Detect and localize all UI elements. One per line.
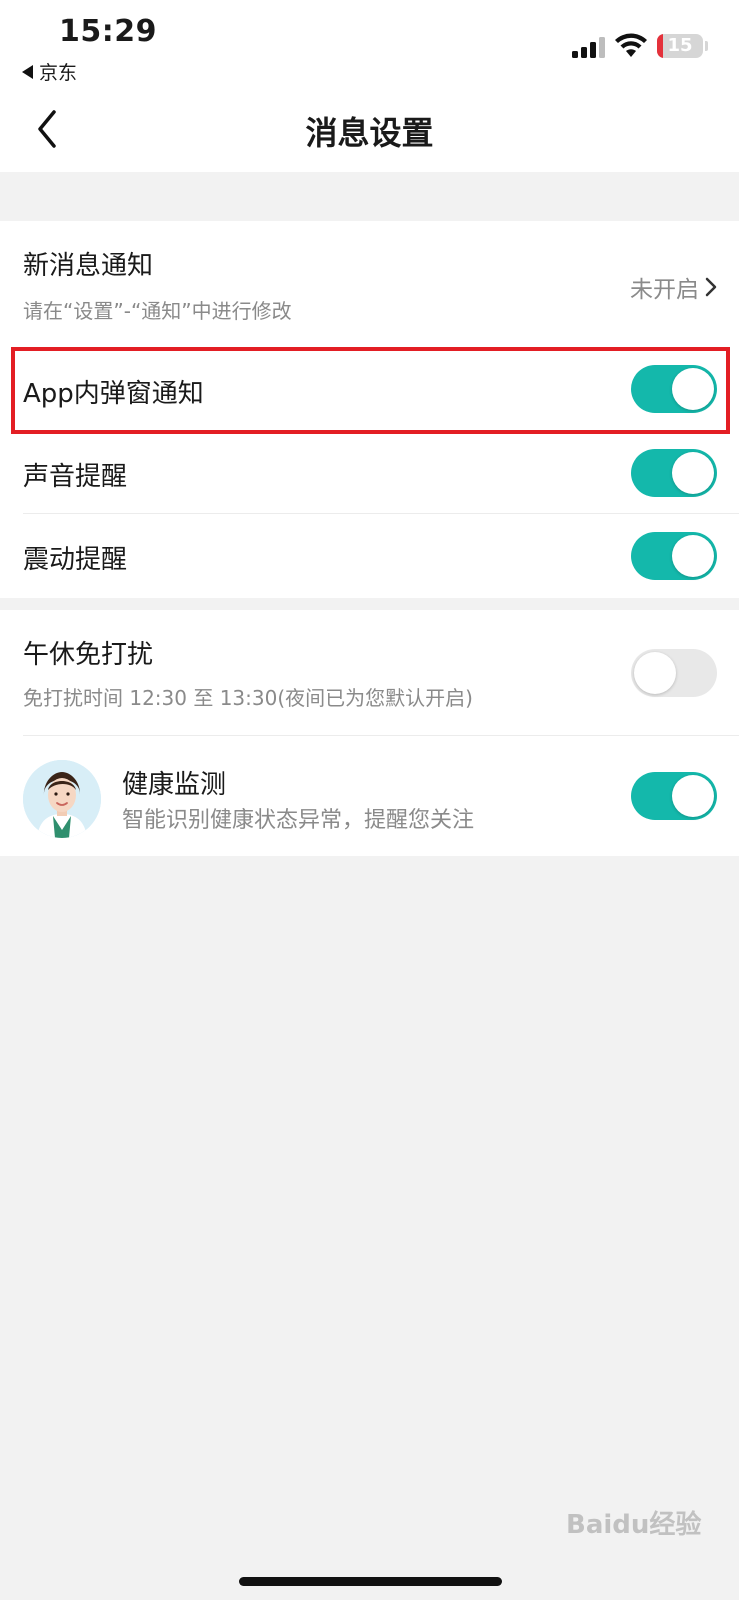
new-message-notification-row[interactable]: 新消息通知 请在“设置”-“通知”中进行修改 未开启 xyxy=(0,221,739,347)
back-triangle-icon xyxy=(22,64,33,79)
home-indicator xyxy=(239,1577,502,1586)
vibration-reminder-title: 震动提醒 xyxy=(23,545,128,575)
avatar xyxy=(23,760,101,838)
cellular-signal-icon xyxy=(572,36,606,58)
battery-cap xyxy=(705,41,708,51)
vibration-reminder-row: 震动提醒 xyxy=(0,514,739,598)
wifi-icon xyxy=(615,33,647,57)
do-not-disturb-group: 午休免打扰 免打扰时间 12:30 至 13:30(夜间已为您默认开启) 健康监… xyxy=(0,610,739,856)
back-app-label: 京东 xyxy=(39,62,78,84)
new-message-title: 新消息通知 xyxy=(23,251,154,281)
battery-level: 15 xyxy=(667,35,693,56)
nav-bar: 消息设置 xyxy=(0,86,739,172)
health-monitor-row: 健康监测 智能识别健康状态异常，提醒您关注 xyxy=(0,736,739,856)
back-to-app-link[interactable]: 京东 xyxy=(22,58,77,85)
health-monitor-title: 健康监测 xyxy=(122,770,227,800)
nap-dnd-toggle[interactable] xyxy=(631,649,717,697)
sound-reminder-toggle[interactable] xyxy=(631,449,717,497)
sound-reminder-title: 声音提醒 xyxy=(23,462,128,492)
sound-reminder-row: 声音提醒 xyxy=(0,431,739,514)
vibration-reminder-toggle[interactable] xyxy=(631,532,717,580)
new-message-status-label: 未开启 xyxy=(630,277,699,303)
nap-dnd-title: 午休免打扰 xyxy=(23,640,154,670)
status-time: 15:29 xyxy=(59,14,157,49)
nap-dnd-row: 午休免打扰 免打扰时间 12:30 至 13:30(夜间已为您默认开启) xyxy=(0,610,739,736)
chevron-right-icon xyxy=(705,277,717,297)
new-message-status[interactable]: 未开启 xyxy=(630,270,717,304)
page-title: 消息设置 xyxy=(305,114,434,152)
highlight-box xyxy=(11,347,730,434)
health-monitor-toggle[interactable] xyxy=(631,772,717,820)
baidu-watermark: Baidu经验 xyxy=(566,1510,702,1540)
health-monitor-subtitle: 智能识别健康状态异常，提醒您关注 xyxy=(122,808,475,833)
status-bar: 15:29 京东 15 xyxy=(0,0,739,86)
nap-dnd-subtitle: 免打扰时间 12:30 至 13:30(夜间已为您默认开启) xyxy=(23,686,473,710)
battery-icon: 15 xyxy=(657,34,703,58)
new-message-subtitle: 请在“设置”-“通知”中进行修改 xyxy=(23,299,292,323)
